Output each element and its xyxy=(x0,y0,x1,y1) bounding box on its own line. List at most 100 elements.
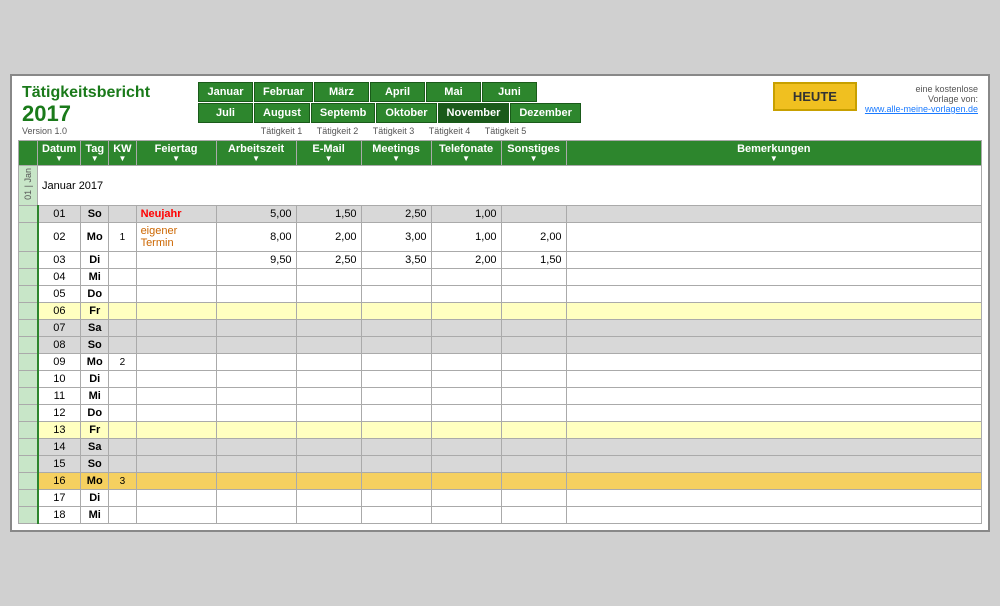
cell-arbeitszeit[interactable]: 5,00 xyxy=(216,206,296,223)
cell-tag[interactable]: Sa xyxy=(81,439,109,456)
cell-sonstiges[interactable] xyxy=(501,456,566,473)
sonstiges-dropdown-arrow[interactable]: ▼ xyxy=(506,155,562,163)
info-link[interactable]: www.alle-meine-vorlagen.de xyxy=(865,104,978,114)
cell-telefonate[interactable] xyxy=(431,269,501,286)
cell-feiertag[interactable] xyxy=(136,405,216,422)
cell-kw[interactable] xyxy=(109,405,136,422)
cell-meetings[interactable] xyxy=(361,286,431,303)
cell-meetings[interactable]: 3,00 xyxy=(361,223,431,252)
cell-datum[interactable]: 06 xyxy=(38,303,81,320)
col-datum-header[interactable]: Datum ▼ xyxy=(38,141,81,166)
cell-bemerkungen[interactable] xyxy=(566,388,981,405)
cell-datum[interactable]: 03 xyxy=(38,252,81,269)
telefonate-dropdown-arrow[interactable]: ▼ xyxy=(436,155,497,163)
cell-meetings[interactable] xyxy=(361,439,431,456)
cell-sonstiges[interactable] xyxy=(501,206,566,223)
cell-feiertag[interactable] xyxy=(136,456,216,473)
cell-sonstiges[interactable] xyxy=(501,371,566,388)
tag-dropdown-arrow[interactable]: ▼ xyxy=(85,155,104,163)
cell-sonstiges[interactable] xyxy=(501,422,566,439)
col-arbeitszeit-header[interactable]: Arbeitszeit ▼ xyxy=(216,141,296,166)
col-telefonate-header[interactable]: Telefonate ▼ xyxy=(431,141,501,166)
btn-april[interactable]: April xyxy=(370,82,425,102)
cell-email[interactable] xyxy=(296,490,361,507)
cell-email[interactable] xyxy=(296,371,361,388)
cell-sonstiges[interactable] xyxy=(501,269,566,286)
cell-datum[interactable]: 15 xyxy=(38,456,81,473)
cell-feiertag[interactable] xyxy=(136,371,216,388)
cell-email[interactable] xyxy=(296,456,361,473)
cell-sonstiges[interactable] xyxy=(501,388,566,405)
cell-arbeitszeit[interactable] xyxy=(216,269,296,286)
cell-meetings[interactable] xyxy=(361,405,431,422)
cell-feiertag[interactable] xyxy=(136,286,216,303)
cell-sonstiges[interactable] xyxy=(501,303,566,320)
cell-telefonate[interactable] xyxy=(431,354,501,371)
cell-sonstiges[interactable] xyxy=(501,439,566,456)
cell-tag[interactable]: Fr xyxy=(81,303,109,320)
btn-juni[interactable]: Juni xyxy=(482,82,537,102)
cell-arbeitszeit[interactable] xyxy=(216,303,296,320)
cell-kw[interactable] xyxy=(109,422,136,439)
cell-email[interactable] xyxy=(296,320,361,337)
cell-kw[interactable]: 3 xyxy=(109,473,136,490)
bemerkungen-dropdown-arrow[interactable]: ▼ xyxy=(571,155,977,163)
cell-sonstiges[interactable]: 2,00 xyxy=(501,223,566,252)
cell-bemerkungen[interactable] xyxy=(566,303,981,320)
cell-telefonate[interactable] xyxy=(431,337,501,354)
cell-email[interactable]: 2,50 xyxy=(296,252,361,269)
cell-kw[interactable] xyxy=(109,252,136,269)
cell-meetings[interactable] xyxy=(361,456,431,473)
cell-arbeitszeit[interactable] xyxy=(216,439,296,456)
cell-feiertag[interactable] xyxy=(136,473,216,490)
cell-tag[interactable]: Mo xyxy=(81,223,109,252)
cell-meetings[interactable]: 3,50 xyxy=(361,252,431,269)
cell-kw[interactable]: 2 xyxy=(109,354,136,371)
cell-datum[interactable]: 05 xyxy=(38,286,81,303)
cell-datum[interactable]: 01 xyxy=(38,206,81,223)
cell-arbeitszeit[interactable] xyxy=(216,354,296,371)
cell-tag[interactable]: Mi xyxy=(81,269,109,286)
cell-telefonate[interactable]: 1,00 xyxy=(431,223,501,252)
cell-meetings[interactable] xyxy=(361,473,431,490)
heute-button[interactable]: HEUTE xyxy=(773,82,857,111)
cell-kw[interactable] xyxy=(109,490,136,507)
cell-datum[interactable]: 16 xyxy=(38,473,81,490)
col-email-header[interactable]: E-Mail ▼ xyxy=(296,141,361,166)
cell-tag[interactable]: Di xyxy=(81,371,109,388)
cell-bemerkungen[interactable] xyxy=(566,252,981,269)
cell-tag[interactable]: Fr xyxy=(81,422,109,439)
cell-bemerkungen[interactable] xyxy=(566,405,981,422)
cell-telefonate[interactable]: 1,00 xyxy=(431,206,501,223)
cell-email[interactable] xyxy=(296,473,361,490)
cell-telefonate[interactable]: 2,00 xyxy=(431,252,501,269)
cell-email[interactable]: 1,50 xyxy=(296,206,361,223)
cell-tag[interactable]: Mo xyxy=(81,354,109,371)
cell-bemerkungen[interactable] xyxy=(566,422,981,439)
cell-arbeitszeit[interactable]: 8,00 xyxy=(216,223,296,252)
cell-arbeitszeit[interactable] xyxy=(216,422,296,439)
col-bemerkungen-header[interactable]: Bemerkungen ▼ xyxy=(566,141,981,166)
cell-telefonate[interactable] xyxy=(431,456,501,473)
cell-bemerkungen[interactable] xyxy=(566,490,981,507)
btn-august[interactable]: August xyxy=(254,103,310,123)
cell-kw[interactable] xyxy=(109,320,136,337)
cell-meetings[interactable] xyxy=(361,320,431,337)
cell-datum[interactable]: 02 xyxy=(38,223,81,252)
cell-arbeitszeit[interactable] xyxy=(216,286,296,303)
cell-tag[interactable]: Sa xyxy=(81,320,109,337)
cell-kw[interactable] xyxy=(109,388,136,405)
cell-feiertag[interactable]: Neujahr xyxy=(136,206,216,223)
cell-datum[interactable]: 04 xyxy=(38,269,81,286)
cell-telefonate[interactable] xyxy=(431,405,501,422)
cell-feiertag[interactable] xyxy=(136,422,216,439)
col-meetings-header[interactable]: Meetings ▼ xyxy=(361,141,431,166)
btn-mai[interactable]: Mai xyxy=(426,82,481,102)
cell-email[interactable] xyxy=(296,337,361,354)
cell-telefonate[interactable] xyxy=(431,388,501,405)
btn-oktober[interactable]: Oktober xyxy=(376,103,436,123)
cell-meetings[interactable] xyxy=(361,507,431,524)
cell-meetings[interactable] xyxy=(361,337,431,354)
cell-kw[interactable]: 1 xyxy=(109,223,136,252)
cell-kw[interactable] xyxy=(109,269,136,286)
